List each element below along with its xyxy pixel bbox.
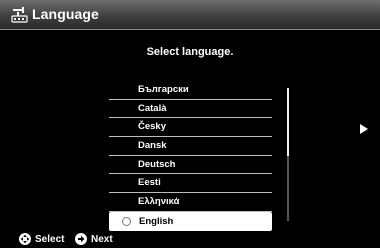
language-option-english[interactable]: English bbox=[109, 211, 272, 231]
language-label: Ελληνικά bbox=[138, 196, 180, 208]
language-option-bulgarian[interactable]: Български bbox=[109, 81, 272, 100]
title-bar: Language bbox=[0, 0, 380, 30]
select-hint-label: Select bbox=[35, 233, 65, 245]
tools-icon bbox=[11, 7, 28, 23]
footer-hints: Select Next bbox=[0, 233, 380, 248]
language-option-czech[interactable]: Česky bbox=[109, 118, 272, 138]
language-label: Català bbox=[138, 102, 167, 114]
language-list: Български Català Česky Dansk Deutsch Ees… bbox=[109, 81, 272, 231]
next-page-arrow-icon[interactable] bbox=[360, 124, 368, 134]
select-language-prompt: Select language. bbox=[146, 46, 234, 58]
language-label: Deutsch bbox=[138, 158, 176, 170]
language-option-catalan[interactable]: Català bbox=[109, 100, 272, 119]
language-option-german[interactable]: Deutsch bbox=[109, 156, 272, 175]
language-option-danish[interactable]: Dansk bbox=[109, 137, 272, 156]
scrollbar-thumb[interactable] bbox=[287, 88, 289, 156]
language-label: Dansk bbox=[138, 140, 167, 152]
language-option-estonian[interactable]: Eesti bbox=[109, 174, 272, 194]
next-hint: Next bbox=[75, 233, 113, 245]
language-label: Български bbox=[138, 84, 189, 95]
language-label: English bbox=[139, 215, 174, 227]
select-hint: Select bbox=[19, 233, 64, 245]
scrollbar[interactable] bbox=[287, 88, 289, 221]
language-label: Eesti bbox=[138, 177, 161, 189]
radio-icon bbox=[122, 216, 131, 226]
language-label: Česky bbox=[138, 121, 166, 133]
language-option-greek[interactable]: Ελληνικά bbox=[109, 193, 272, 212]
right-arrow-circle-icon bbox=[75, 233, 87, 245]
next-hint-label: Next bbox=[91, 233, 113, 245]
dpad-icon bbox=[19, 233, 31, 245]
page-title: Language bbox=[32, 6, 99, 22]
